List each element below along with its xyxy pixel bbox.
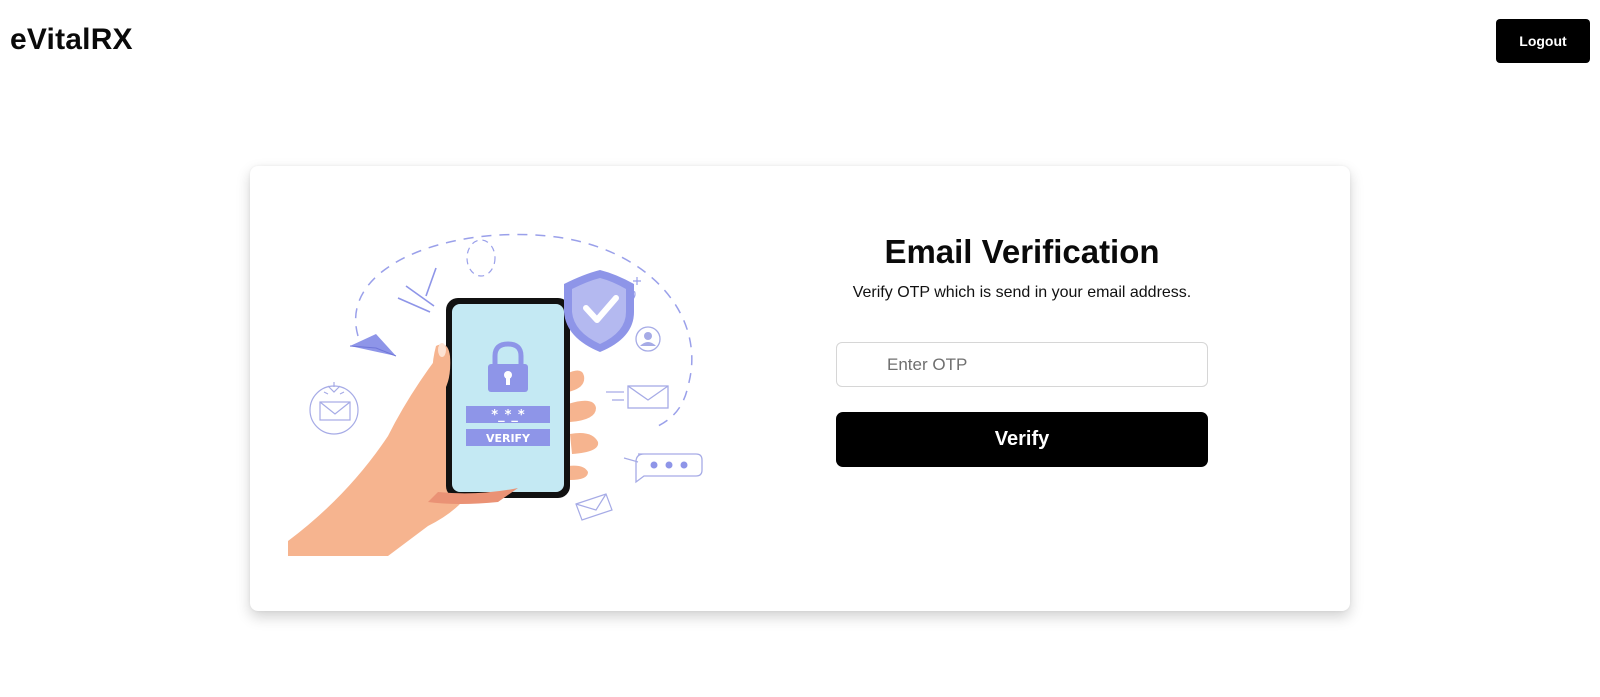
verification-form: Email Verification Verify OTP which is s…: [836, 230, 1208, 467]
top-bar: eVitalRX Logout: [0, 0, 1600, 80]
verification-card: *_*_* VERIFY Email Verification Verify O…: [250, 166, 1350, 611]
phone-verify-text: VERIFY: [486, 432, 531, 445]
user-icon: [635, 326, 661, 352]
shield-check-icon: [564, 270, 634, 352]
brand-logo: eVitalRX: [10, 23, 133, 56]
speed-lines-icon: [397, 267, 437, 313]
verification-illustration: *_*_* VERIFY: [288, 233, 703, 556]
page-title: Email Verification: [884, 233, 1160, 270]
chat-bubble-icon: [623, 453, 703, 484]
page-subtitle: Verify OTP which is send in your email a…: [852, 284, 1192, 301]
envelope-icon: [309, 382, 359, 435]
paper-plane-icon: [349, 334, 397, 357]
verify-button[interactable]: Verify: [836, 412, 1208, 467]
envelope-icon: [575, 493, 613, 521]
phone-code-text: *_*_*: [491, 408, 525, 423]
otp-input[interactable]: [836, 342, 1208, 387]
phone-icon: *_*_* VERIFY: [446, 298, 570, 498]
envelope-icon: [606, 385, 669, 409]
logout-button[interactable]: Logout: [1496, 19, 1590, 63]
